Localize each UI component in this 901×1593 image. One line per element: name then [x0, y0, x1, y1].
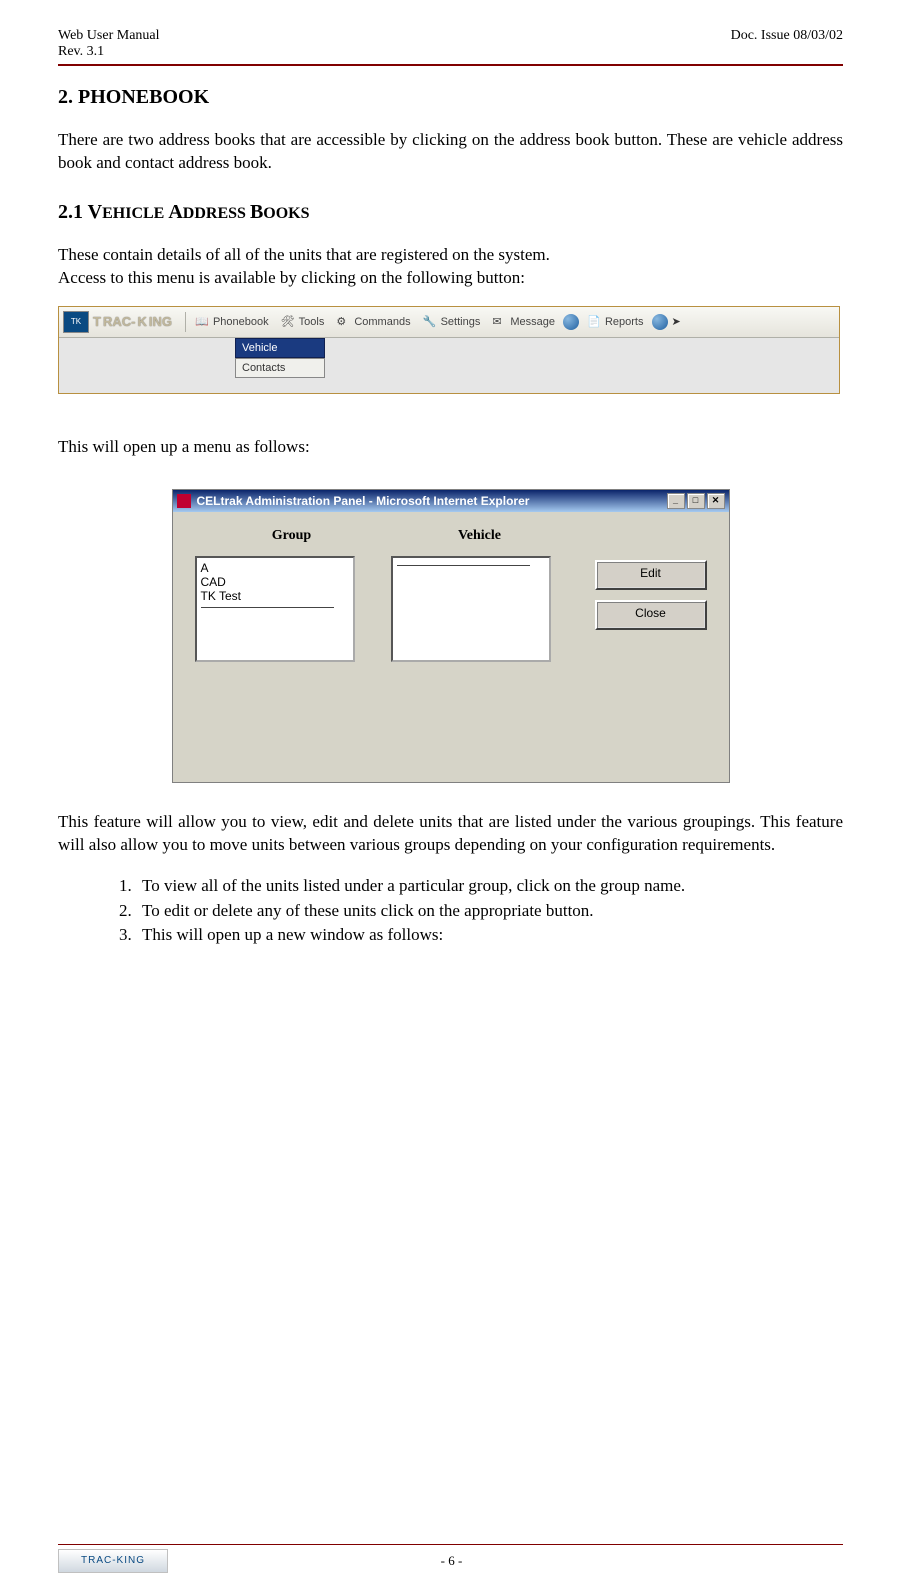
- admin-panel-window: CELtrak Administration Panel - Microsoft…: [172, 489, 730, 783]
- page-header: Web User Manual Doc. Issue 08/03/02: [58, 28, 843, 44]
- reports-icon: 📄: [587, 315, 601, 329]
- minimize-button[interactable]: _: [667, 493, 685, 509]
- list-item[interactable]: TK Test: [201, 589, 349, 603]
- message-icon: ✉: [492, 315, 506, 329]
- menu-reports[interactable]: 📄 Reports: [581, 312, 650, 332]
- commands-icon: ⚙: [336, 315, 350, 329]
- globe-icon[interactable]: [563, 314, 579, 330]
- group-column-header: Group: [195, 528, 389, 544]
- list-item[interactable]: CAD: [201, 575, 349, 589]
- page-number: - 6 -: [168, 1553, 735, 1569]
- intro-paragraph: There are two address books that are acc…: [58, 129, 843, 175]
- para-2: Access to this menu is available by clic…: [58, 267, 843, 290]
- tools-icon: 🛠: [281, 315, 295, 329]
- close-window-button[interactable]: ✕: [707, 493, 725, 509]
- list-item[interactable]: A: [201, 561, 349, 575]
- window-title: CELtrak Administration Panel - Microsoft…: [197, 494, 530, 508]
- footer-rule: [58, 1544, 843, 1545]
- para-4: This feature will allow you to view, edi…: [58, 811, 843, 857]
- vehicle-column-header: Vehicle: [383, 528, 577, 544]
- menu-phonebook[interactable]: 📖 Phonebook: [189, 312, 275, 332]
- page-header-2: Rev. 3.1: [58, 44, 843, 60]
- brand-logo-icon: TK: [63, 311, 89, 333]
- heading-2-1: 2.1 VEHICLE ADDRESS BOOKS: [58, 201, 843, 224]
- step-3: This will open up a new window as follow…: [136, 924, 843, 947]
- phonebook-icon: 📖: [195, 315, 209, 329]
- menu-settings[interactable]: 🔧 Settings: [417, 312, 487, 332]
- header-right-1: Doc. Issue 08/03/02: [731, 28, 843, 44]
- globe-icon-2[interactable]: [652, 314, 668, 330]
- menu-tools[interactable]: 🛠 Tools: [275, 312, 331, 332]
- step-2: To edit or delete any of these units cli…: [136, 900, 843, 923]
- dropdown-contacts[interactable]: Contacts: [235, 358, 325, 378]
- heading-2-phonebook: 2. PHONEBOOK: [58, 86, 843, 109]
- header-rule: [58, 64, 843, 66]
- footer-logo: TRAC-KING: [58, 1549, 168, 1573]
- step-1: To view all of the units listed under a …: [136, 875, 843, 898]
- toolbar-screenshot: TK TRAC-KING 📖 Phonebook 🛠 Tools ⚙ Comma…: [58, 306, 840, 394]
- page-footer: TRAC-KING - 6 -: [58, 1544, 843, 1573]
- vehicle-listbox[interactable]: [391, 556, 551, 662]
- window-title-bar: CELtrak Administration Panel - Microsoft…: [173, 490, 729, 512]
- close-button[interactable]: Close: [595, 600, 707, 630]
- settings-icon: 🔧: [423, 315, 437, 329]
- numbered-steps: To view all of the units listed under a …: [58, 875, 843, 948]
- para-1: These contain details of all of the unit…: [58, 244, 843, 267]
- brand-text: TRAC-KING: [93, 314, 172, 329]
- header-left-2: Rev. 3.1: [58, 44, 104, 60]
- dropdown-vehicle[interactable]: Vehicle: [235, 338, 325, 358]
- maximize-button[interactable]: □: [687, 493, 705, 509]
- header-left-1: Web User Manual: [58, 28, 160, 44]
- group-listbox[interactable]: A CAD TK Test: [195, 556, 355, 662]
- menu-commands[interactable]: ⚙ Commands: [330, 312, 416, 332]
- arrow-icon[interactable]: ➤: [672, 315, 686, 329]
- edit-button[interactable]: Edit: [595, 560, 707, 590]
- para-3: This will open up a menu as follows:: [58, 436, 843, 459]
- menu-message[interactable]: ✉ Message: [486, 312, 561, 332]
- window-app-icon: [177, 494, 191, 508]
